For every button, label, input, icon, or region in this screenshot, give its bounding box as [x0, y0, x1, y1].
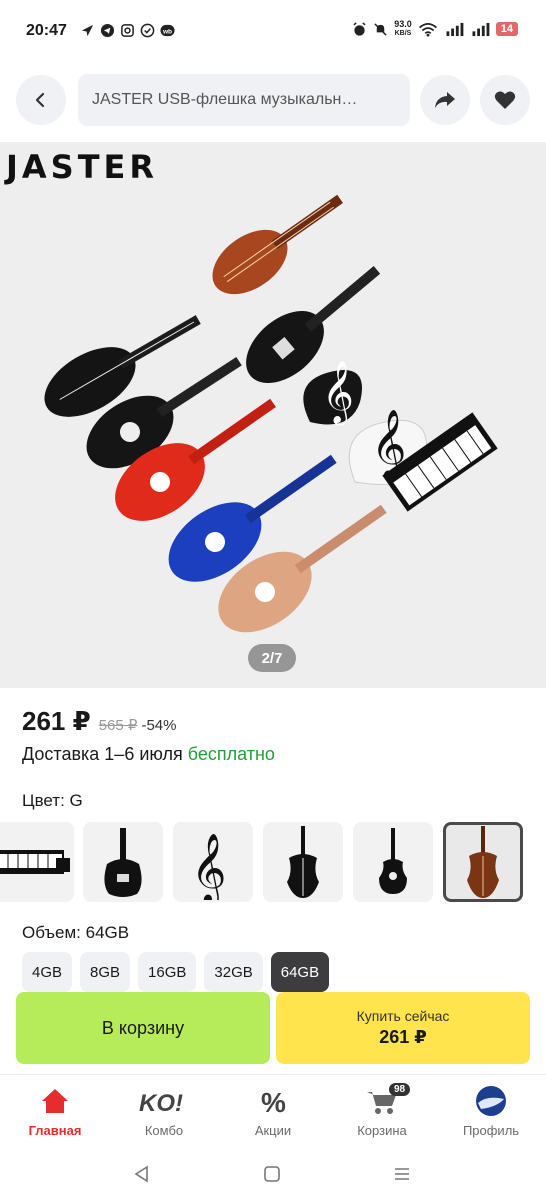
size-option[interactable]: 32GB [204, 952, 263, 992]
nav-promos-label: Акции [254, 1123, 292, 1138]
nav-cart[interactable]: 98 Корзина [332, 1083, 432, 1138]
variant-violin[interactable] [443, 822, 523, 902]
signal-icon [446, 22, 464, 36]
search-input[interactable]: JASTER USB-флешка музыкальн… [78, 74, 410, 126]
status-time: 20:47 [26, 22, 67, 39]
system-back-button[interactable] [130, 1162, 154, 1186]
system-icons: 93.0 KB/S 14 [352, 20, 518, 38]
buy-now-label: Купить сейчас [356, 1008, 450, 1024]
delivery-dates: Доставка 1–6 июля [22, 744, 183, 764]
status-bar: 20:47 wb 93.0 KB/S 14 [0, 0, 546, 64]
svg-text:𝄞: 𝄞 [322, 360, 354, 426]
electric-guitar-thumbnail [104, 828, 142, 897]
svg-text:𝄞: 𝄞 [191, 833, 226, 900]
ko-logo-icon: KO! [139, 1090, 183, 1116]
nav-cart-label: Корзина [357, 1123, 407, 1138]
svg-text:KO!: KO! [139, 1090, 183, 1116]
size-option-selected[interactable]: 64GB [270, 952, 330, 992]
nav-home-label: Главная [28, 1123, 82, 1138]
battery-indicator: 14 [495, 22, 518, 36]
square-home-icon [264, 1166, 280, 1182]
add-to-cart-label: В корзину [101, 1017, 185, 1038]
svg-text:%: % [261, 1087, 286, 1116]
variant-guitar[interactable] [353, 822, 433, 902]
violin-thumbnail [467, 826, 499, 898]
violin-flash-image [212, 194, 343, 295]
system-menu-button[interactable] [390, 1162, 414, 1186]
system-navigation [0, 1150, 546, 1200]
header: JASTER USB-флешка музыкальн… [16, 74, 532, 128]
current-price: 261 ₽ [22, 706, 91, 736]
alarm-icon [353, 21, 366, 36]
system-home-button[interactable] [260, 1162, 284, 1186]
check-circle-icon [140, 23, 155, 38]
buy-now-button[interactable]: Купить сейчас 261 ₽ [276, 992, 530, 1064]
product-gallery[interactable]: JASTER 𝄞 𝄞 2/7 [0, 142, 546, 688]
buy-now-price: 261 ₽ [379, 1027, 427, 1047]
search-text: JASTER USB-флешка музыкальн… [92, 91, 358, 108]
piano-thumbnail [0, 850, 70, 874]
nav-profile-label: Профиль [462, 1123, 520, 1138]
telegram-icon [100, 23, 115, 38]
color-variants: 𝄞 [0, 822, 546, 906]
net-speed-unit: KB/S [394, 30, 412, 37]
net-speed: 93.0 KB/S [394, 20, 412, 38]
signal-icon [472, 22, 490, 36]
net-speed-value: 93.0 [394, 19, 412, 29]
treble-clef-thumbnail: 𝄞 [191, 833, 226, 900]
price-row: 261 ₽ 565 ₽ -54% [22, 706, 176, 737]
mute-icon [374, 22, 387, 36]
product-image: 𝄞 𝄞 [44, 194, 498, 633]
heart-icon [494, 91, 516, 109]
svg-text:wb: wb [162, 28, 172, 35]
nav-profile[interactable]: Профиль [441, 1083, 541, 1138]
variant-treble-clef[interactable]: 𝄞 [173, 822, 253, 902]
add-to-cart-button[interactable]: В корзину [16, 992, 270, 1064]
wb-icon: wb [160, 24, 175, 37]
guitar-thumbnail [379, 828, 407, 894]
discount-badge: -54% [141, 717, 177, 734]
bottom-navigation: Главная KO! Комбо % Акции 98 Корзина Про… [0, 1074, 546, 1148]
back-button[interactable] [16, 75, 66, 125]
delivery-free: бесплатно [187, 744, 275, 764]
navigation-icon [81, 24, 94, 37]
gallery-page-indicator: 2/7 [248, 644, 296, 672]
variant-electric-guitar[interactable] [83, 822, 163, 902]
size-option[interactable]: 16GB [138, 952, 197, 992]
nav-combo-label: Комбо [144, 1123, 184, 1138]
notification-icons: wb [80, 23, 175, 38]
size-option[interactable]: 8GB [80, 952, 131, 992]
instagram-icon [121, 24, 134, 37]
avatar-icon [476, 1086, 506, 1116]
cello-thumbnail [287, 826, 319, 898]
wifi-icon [418, 22, 437, 37]
variant-piano[interactable] [0, 822, 74, 902]
size-option[interactable]: 4GB [22, 952, 73, 992]
share-arrow-icon [435, 92, 455, 108]
menu-lines-icon [395, 1168, 409, 1180]
size-options: 4GB 8GB 16GB 32GB 64GB [22, 952, 330, 992]
favorite-button[interactable] [480, 75, 530, 125]
triangle-back-icon [134, 1165, 148, 1183]
percent-icon: % [261, 1087, 286, 1116]
cart-badge: 98 [389, 1083, 411, 1096]
chevron-left-icon [35, 92, 45, 108]
nav-promos[interactable]: % Акции [223, 1083, 323, 1138]
share-button[interactable] [420, 75, 470, 125]
nav-home[interactable]: Главная [5, 1083, 105, 1138]
delivery-info: Доставка 1–6 июля бесплатно [22, 744, 275, 765]
color-label: Цвет: G [22, 791, 83, 810]
variant-cello[interactable] [263, 822, 343, 902]
nav-combo[interactable]: KO! Комбо [114, 1083, 214, 1138]
old-price: 565 ₽ [98, 717, 138, 734]
home-icon [42, 1089, 68, 1113]
volume-label: Объем: 64GB [22, 923, 130, 942]
